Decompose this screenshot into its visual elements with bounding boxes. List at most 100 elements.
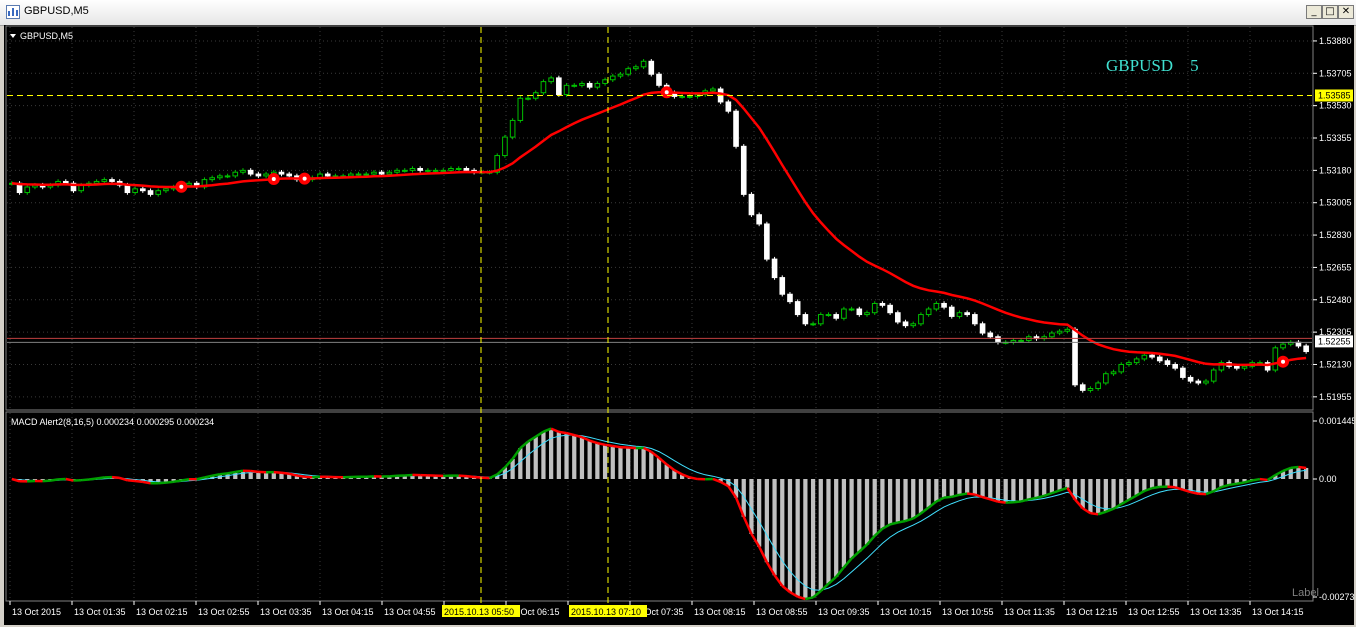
macd-line-up: [173, 479, 182, 483]
time-tick-label: 13 Oct 04:15: [322, 607, 374, 617]
time-tick-label: 13 Oct 08:15: [694, 607, 746, 617]
macd-line-down: [558, 430, 567, 435]
candle-bull: [1126, 362, 1132, 365]
macd-line-up: [211, 473, 221, 477]
macd-line-down: [689, 476, 698, 481]
signal-marker-dot: [179, 184, 184, 189]
candle-bull: [1272, 347, 1279, 371]
candle-bull: [517, 97, 524, 121]
macd-tick-label: 0.001445: [1319, 416, 1354, 426]
candle-bull: [394, 169, 400, 173]
candle-bull: [571, 84, 578, 87]
candle-bear: [1172, 363, 1178, 369]
chart-canvas[interactable]: GBPUSD,M5 GBPUSD 5 MACD Alert2(8,16,5) 0…: [4, 25, 1354, 625]
candle-bear: [417, 168, 423, 171]
price-tick-label: 1.53880: [1319, 36, 1352, 46]
candle-bull: [355, 173, 362, 176]
macd-line-down: [1167, 485, 1176, 489]
macd-line-up: [1228, 482, 1237, 487]
time-tick-label: 13 Oct 13:35: [1190, 607, 1242, 617]
candle-bull: [841, 308, 847, 319]
candle-bull: [548, 77, 554, 83]
crosshair-lines: [7, 27, 1312, 609]
macd-line-up: [219, 472, 228, 476]
candle-bear: [278, 171, 285, 175]
candle-bull: [132, 188, 138, 194]
candle-bull: [825, 314, 832, 317]
macd-line-down: [597, 441, 606, 447]
time-tick-label: 13 Oct 08:55: [756, 607, 808, 617]
time-axis: 13 Oct 2015 13 Oct 01:35 13 Oct 02:15 13 Oc…: [9, 601, 1304, 617]
macd-tick-label: 0.00: [1319, 474, 1337, 484]
macd-line-down: [142, 480, 151, 485]
macd-histogram: [17, 428, 1309, 599]
macd-line-up: [165, 480, 174, 484]
macd-tick-label: -0.002732: [1319, 592, 1354, 602]
candle-bull: [371, 171, 377, 175]
candle-bull: [502, 136, 508, 157]
candle-bear: [740, 145, 747, 195]
macd-line-down: [65, 477, 74, 482]
candle-bear: [1079, 384, 1086, 391]
macd-line-down: [1190, 490, 1199, 495]
window-title: GBPUSD,M5: [24, 5, 89, 17]
candle-bear: [324, 173, 331, 177]
candle-bull: [1064, 328, 1071, 332]
close-button[interactable]: ✕: [1338, 5, 1354, 19]
price-tick-label: 1.53530: [1319, 101, 1352, 111]
collapse-triangle-icon[interactable]: [10, 34, 16, 38]
candle-bull: [163, 188, 169, 192]
macd-line-up: [1028, 496, 1037, 501]
candle-bear: [1164, 360, 1171, 365]
candle-bull: [1018, 339, 1024, 342]
candle-bull: [956, 312, 963, 317]
candle-bull: [633, 66, 639, 70]
candle-bull: [918, 314, 924, 325]
candle-bear: [733, 110, 739, 147]
macd-line-up: [96, 476, 105, 480]
signal-markers: [175, 86, 1290, 368]
candle-bear: [764, 223, 770, 260]
candle-bull: [93, 180, 100, 184]
candle-bull: [640, 60, 647, 68]
candle-bull: [509, 119, 516, 138]
price-tick-label: 1.52830: [1319, 230, 1352, 240]
minimize-button[interactable]: _: [1306, 5, 1322, 19]
macd-line-up: [404, 473, 413, 477]
signal-marker-dot: [302, 176, 307, 181]
candle-bull: [455, 168, 462, 171]
time-tick-label: 13 Oct 02:15: [136, 607, 188, 617]
candle-bull: [1056, 330, 1063, 334]
candle-bull: [432, 169, 439, 172]
macd-line-up: [805, 596, 814, 601]
candle-bull: [1118, 363, 1125, 373]
macd-axis: 0.001445 0.00 -0.002732: [1313, 416, 1354, 602]
macd-line-down: [1298, 465, 1307, 470]
macd-line-down: [127, 479, 136, 483]
candle-bear: [556, 77, 562, 96]
candle-bull: [602, 79, 608, 84]
macd-line-up: [158, 481, 167, 485]
time-tick-label: 13 Oct 14:15: [1252, 607, 1304, 617]
candle-bull: [1103, 373, 1109, 384]
price-tick-label: 1.53355: [1319, 133, 1352, 143]
candle-bear: [887, 304, 893, 314]
price-highlight-2: 1.52255: [1318, 336, 1351, 346]
maximize-button[interactable]: □: [1322, 5, 1338, 19]
signal-marker-dot: [271, 177, 276, 182]
title-bar: GBPUSD,M5 _ □ ✕: [0, 0, 1356, 26]
candle-bull: [209, 177, 215, 181]
candle-bull: [155, 190, 162, 195]
chart-area[interactable]: GBPUSD,M5 GBPUSD 5 MACD Alert2(8,16,5) 0…: [4, 25, 1354, 625]
macd-line-up: [897, 519, 906, 524]
price-highlight-1: 1.53585: [1318, 90, 1351, 100]
candle-bull: [871, 302, 878, 314]
candle-bull: [425, 169, 431, 172]
candle-bear: [895, 312, 901, 323]
macd-line-up: [959, 492, 968, 497]
candle-bear: [972, 314, 978, 325]
candle-bull: [1141, 354, 1148, 360]
macd-line-up: [1251, 477, 1261, 482]
macd-line-down: [458, 474, 467, 478]
candle-bull: [401, 169, 408, 172]
